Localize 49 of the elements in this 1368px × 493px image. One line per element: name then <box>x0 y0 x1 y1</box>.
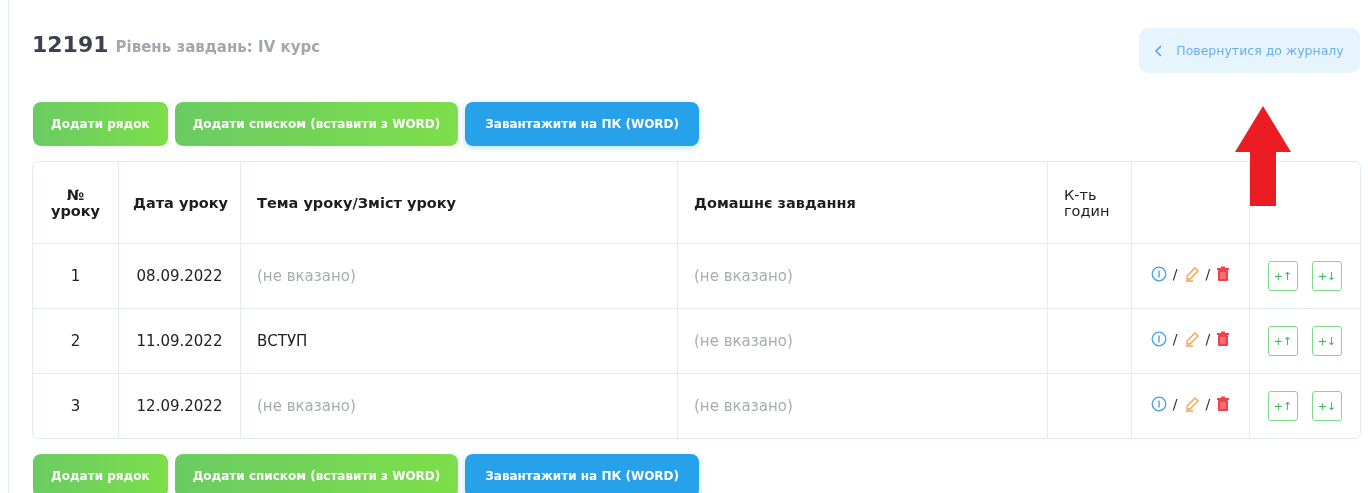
separator-text: / <box>1205 396 1211 412</box>
separator-text: / <box>1205 266 1211 282</box>
pencil-icon <box>1183 331 1200 347</box>
separator-text: / <box>1172 396 1178 412</box>
table-cell: 1 <box>33 243 119 309</box>
add-button[interactable]: Додати рядок <box>33 102 168 146</box>
column-header: Дата уроку <box>118 162 241 244</box>
column-header: № уроку <box>33 162 119 244</box>
table-cell: (не вказано) <box>677 308 1048 374</box>
table-cell: 11.09.2022 <box>118 308 241 374</box>
table-cell: (не вказано) <box>240 243 678 309</box>
add-button[interactable]: Додати списком (вставити з WORD) <box>174 454 459 493</box>
info-icon <box>1150 331 1167 347</box>
separator-text: / <box>1172 266 1178 282</box>
table-cell: (не вказано) <box>677 373 1048 438</box>
table-cell: (не вказано) <box>677 243 1048 309</box>
table-cell: 2 <box>33 308 119 374</box>
column-header: Домашнє завдання <box>677 162 1048 244</box>
separator-text: / <box>1205 331 1211 347</box>
pencil-icon <box>1183 396 1200 412</box>
trash-icon <box>1216 331 1231 347</box>
back-to-journal-button[interactable]: Повернутися до журналу <box>1139 28 1360 73</box>
download-button[interactable]: Завантажити на ПК (WORD) <box>465 102 700 146</box>
info-icon <box>1150 266 1167 282</box>
insert-below-button[interactable]: +↓ <box>1312 391 1342 421</box>
column-header: К-ть годин <box>1047 162 1132 244</box>
separator-text: / <box>1172 331 1178 347</box>
insert-below-button[interactable]: +↓ <box>1312 326 1342 356</box>
insert-below-button[interactable]: +↓ <box>1312 261 1342 291</box>
arrow-icon <box>1233 106 1293 206</box>
record-number: 12191 <box>32 32 109 57</box>
chevron-left-icon <box>1155 44 1164 57</box>
trash-icon <box>1216 396 1231 412</box>
table-cell: 08.09.2022 <box>118 243 241 309</box>
download-button[interactable]: Завантажити на ПК (WORD) <box>465 454 700 493</box>
table-cell: (не вказано) <box>240 373 678 438</box>
insert-above-button[interactable]: +↑ <box>1268 326 1298 356</box>
table-cell: 12.09.2022 <box>118 373 241 438</box>
column-header: Тема уроку/Зміст уроку <box>240 162 678 244</box>
add-button[interactable]: Додати списком (вставити з WORD) <box>174 102 459 146</box>
trash-icon <box>1216 266 1231 282</box>
table-cell: 3 <box>33 373 119 438</box>
level-subtitle: Рівень завдань: IV курс <box>115 38 321 56</box>
table-cell: ВСТУП <box>240 308 678 374</box>
insert-above-button[interactable]: +↑ <box>1268 391 1298 421</box>
insert-above-button[interactable]: +↑ <box>1268 261 1298 291</box>
info-icon <box>1150 396 1167 412</box>
add-button[interactable]: Додати рядок <box>33 454 168 493</box>
pencil-icon <box>1183 266 1200 282</box>
